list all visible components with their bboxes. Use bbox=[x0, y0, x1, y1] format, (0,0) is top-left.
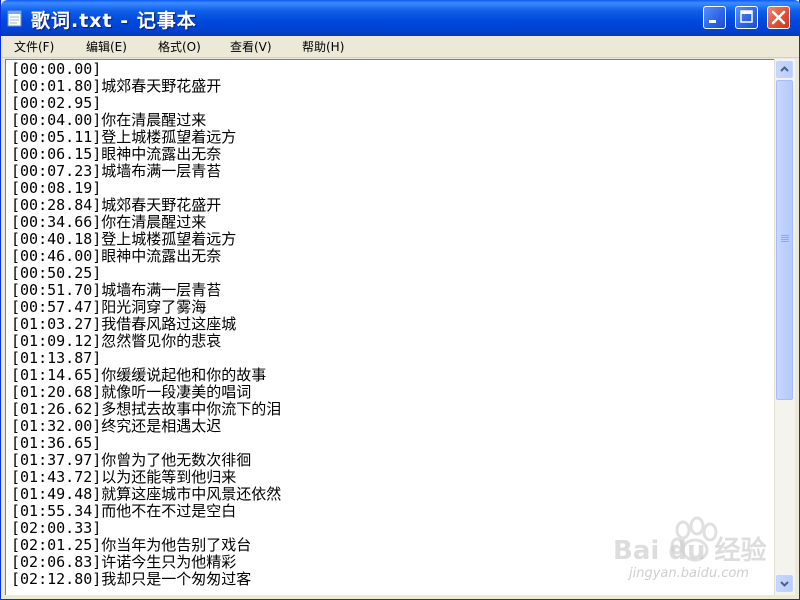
text-line: [00:07.23]城墙布满一层青苔 bbox=[11, 162, 222, 180]
menu-help[interactable]: 帮助(H) bbox=[302, 38, 344, 55]
text-line: [02:06.83]许诺今生只为他精彩 bbox=[11, 553, 237, 571]
menu-format[interactable]: 格式(O) bbox=[158, 38, 201, 55]
minimize-icon bbox=[709, 20, 716, 23]
minimize-button[interactable] bbox=[703, 6, 726, 29]
text-line: [01:36.65] bbox=[11, 434, 102, 452]
text-line: [00:04.00]你在清晨醒过来 bbox=[11, 111, 207, 129]
scrollbar-thumb[interactable] bbox=[776, 80, 793, 400]
text-line: [00:02.95] bbox=[11, 94, 102, 112]
text-line: [00:28.84]城郊春天野花盛开 bbox=[11, 196, 222, 214]
text-line: [01:20.68]就像听一段凄美的唱词 bbox=[11, 383, 252, 401]
text-line: [00:50.25] bbox=[11, 264, 102, 282]
maximize-button[interactable] bbox=[735, 6, 758, 29]
scroll-up-button[interactable] bbox=[776, 61, 793, 78]
text-line: [00:57.47]阳光洞穿了雾海 bbox=[11, 298, 207, 316]
chevron-up-icon bbox=[780, 66, 789, 72]
menu-file[interactable]: 文件(F) bbox=[14, 38, 54, 55]
text-line: [00:08.19] bbox=[11, 179, 102, 197]
menu-view[interactable]: 查看(V) bbox=[230, 38, 272, 55]
text-line: [00:51.70]城墙布满一层青苔 bbox=[11, 281, 222, 299]
notepad-app-icon bbox=[7, 10, 22, 27]
text-line: [02:00.33] bbox=[11, 519, 102, 537]
text-line: [01:03.27]我借春风路过这座城 bbox=[11, 315, 237, 333]
text-line: [01:49.48]就算这座城市中风景还依然 bbox=[11, 485, 282, 503]
title-bar[interactable]: 歌词.txt - 记事本 bbox=[1, 0, 800, 36]
chevron-down-icon bbox=[780, 581, 789, 587]
watermark-url: jingyan.baidu.com bbox=[629, 566, 749, 581]
menu-edit[interactable]: 编辑(E) bbox=[86, 38, 127, 55]
text-line: [01:32.00]终究还是相遇太迟 bbox=[11, 417, 222, 435]
text-line: [01:09.12]忽然瞥见你的悲哀 bbox=[11, 332, 222, 350]
text-line: [00:05.11]登上城楼孤望着远方 bbox=[11, 128, 237, 146]
text-line: [01:26.62]多想拭去故事中你流下的泪 bbox=[11, 400, 282, 418]
text-line: [00:46.00]眼神中流露出无奈 bbox=[11, 247, 222, 265]
scroll-down-button[interactable] bbox=[776, 575, 793, 592]
maximize-icon bbox=[740, 10, 753, 23]
text-line: [01:37.97]你曾为了他无数次徘徊 bbox=[11, 451, 252, 469]
text-line: [02:01.25]你当年为他告别了戏台 bbox=[11, 536, 252, 554]
text-line: [00:34.66]你在清晨醒过来 bbox=[11, 213, 207, 231]
text-line: [01:55.34]而他不在不过是空白 bbox=[11, 502, 237, 520]
menu-bar: 文件(F) 编辑(E) 格式(O) 查看(V) 帮助(H) bbox=[2, 36, 799, 58]
watermark-logo: Bai du 经验 bbox=[613, 536, 767, 566]
text-line: [01:43.72]以为还能等到他归来 bbox=[11, 468, 237, 486]
vertical-scrollbar[interactable] bbox=[774, 59, 795, 595]
window-title: 歌词.txt - 记事本 bbox=[31, 10, 197, 32]
text-line: [02:12.80]我却只是一个匆匆过客 bbox=[11, 570, 252, 588]
text-line: [00:40.18]登上城楼孤望着远方 bbox=[11, 230, 237, 248]
close-icon bbox=[771, 10, 786, 25]
text-line: [00:06.15]眼神中流露出无奈 bbox=[11, 145, 222, 163]
text-line: [00:01.80]城郊春天野花盛开 bbox=[11, 77, 222, 95]
notepad-window: 歌词.txt - 记事本 文件(F) 编辑(E) 格式(O) 查看(V) 帮助(… bbox=[0, 0, 800, 600]
text-line: [00:00.00] bbox=[11, 60, 102, 78]
close-button[interactable] bbox=[767, 6, 790, 29]
text-line: [01:14.65]你缓缓说起他和你的故事 bbox=[11, 366, 267, 384]
text-line: [01:13.87] bbox=[11, 349, 102, 367]
